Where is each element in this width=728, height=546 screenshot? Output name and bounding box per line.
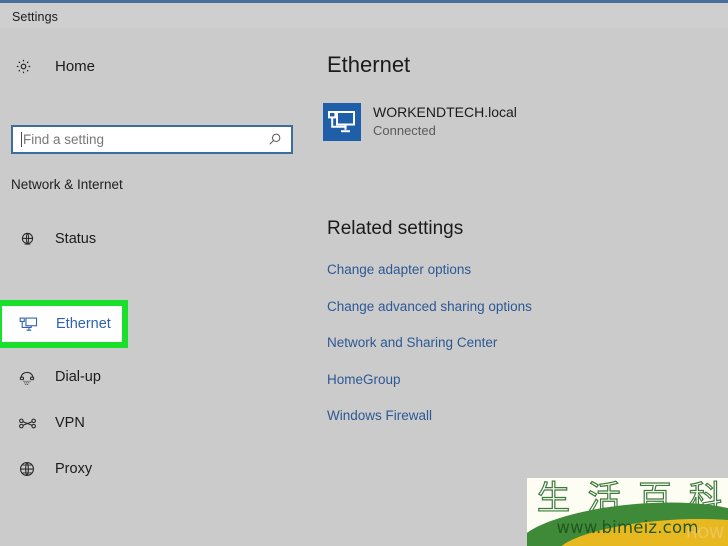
search-input[interactable]: Find a setting <box>11 125 293 154</box>
sidebar-item-proxy[interactable]: Proxy <box>0 446 310 492</box>
title-bar: Settings <box>0 3 728 28</box>
sidebar-item-dialup[interactable]: Dial-up <box>0 354 310 400</box>
link-homegroup[interactable]: HomeGroup <box>327 372 707 388</box>
ethernet-highlight-box: Ethernet <box>0 300 128 348</box>
main-content: Ethernet WORKENDTECH.local Connected Rel… <box>310 30 728 546</box>
sidebar-item-ethernet[interactable]: Ethernet <box>0 262 310 348</box>
adapter-name: WORKENDTECH.local <box>373 103 517 120</box>
link-change-adapter-options[interactable]: Change adapter options <box>327 262 707 278</box>
adapter-status: Connected <box>373 123 436 139</box>
page-title: Ethernet <box>327 52 411 77</box>
sidebar-section-title: Network & Internet <box>11 177 123 192</box>
sidebar-item-home-label: Home <box>55 57 96 75</box>
search-icon[interactable] <box>268 132 282 148</box>
globe-icon <box>16 228 38 250</box>
watermark: 生 活 百 科 www.bimeiz.com HOW <box>527 478 728 546</box>
sidebar-item-ethernet-inner[interactable]: Ethernet <box>2 306 122 342</box>
sidebar-item-home[interactable]: Home <box>12 53 95 79</box>
watermark-char-1: 生 <box>536 478 570 517</box>
related-settings-title: Related settings <box>327 218 464 239</box>
ethernet-icon <box>17 313 39 335</box>
text-caret <box>21 132 22 147</box>
sidebar-item-status[interactable]: Status <box>0 216 310 262</box>
related-settings-links: Change adapter options Change advanced s… <box>327 262 707 445</box>
link-network-and-sharing-center[interactable]: Network and Sharing Center <box>327 335 707 351</box>
phone-icon <box>16 366 38 388</box>
sidebar-item-dialup-label: Dial-up <box>55 369 101 385</box>
sidebar-item-ethernet-label: Ethernet <box>56 316 111 332</box>
sidebar-item-vpn[interactable]: VPN <box>0 400 310 446</box>
adapter-text-block: WORKENDTECH.local Connected <box>373 104 517 140</box>
gear-icon <box>12 55 34 77</box>
sidebar-nav: Status Ethernet Dial-up VPN Proxy <box>0 216 310 492</box>
sidebar-item-proxy-label: Proxy <box>55 461 93 477</box>
settings-window: Settings Home Find a setting Network & I… <box>0 0 728 546</box>
ethernet-adapter-row[interactable]: WORKENDTECH.local Connected <box>323 103 517 141</box>
sidebar-item-status-label: Status <box>55 231 97 247</box>
link-icon <box>16 412 38 434</box>
window-title: Settings <box>12 10 58 24</box>
link-windows-firewall[interactable]: Windows Firewall <box>327 408 707 424</box>
sidebar: Home Find a setting Network & Internet S… <box>0 30 310 546</box>
ethernet-adapter-icon <box>323 103 361 141</box>
search-placeholder: Find a setting <box>23 132 105 147</box>
sidebar-item-vpn-label: VPN <box>55 415 85 431</box>
globe-grid-icon <box>16 458 38 480</box>
watermark-corner-text: HOW <box>686 524 724 542</box>
link-change-advanced-sharing-options[interactable]: Change advanced sharing options <box>327 299 707 315</box>
